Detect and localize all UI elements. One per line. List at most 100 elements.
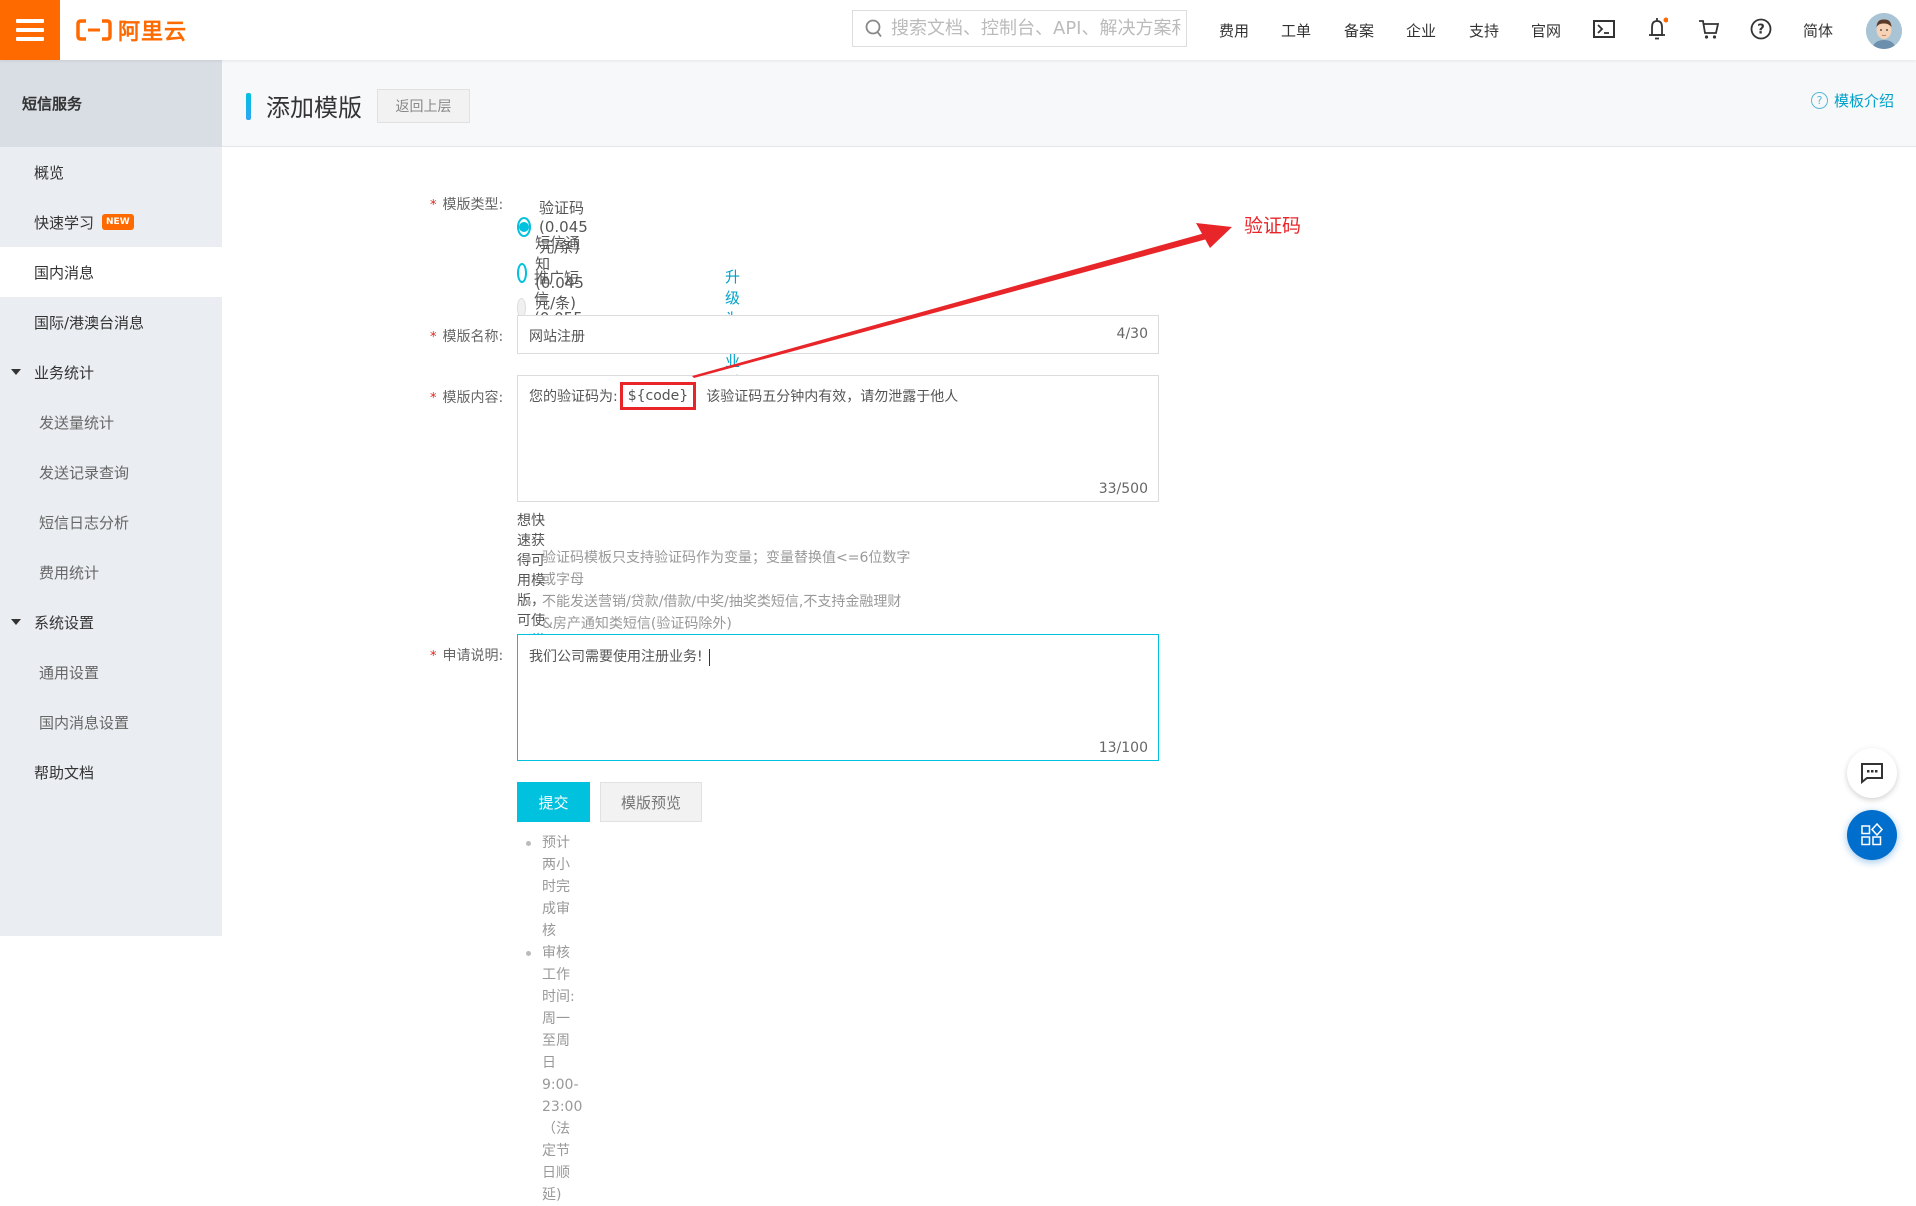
search-input[interactable]	[891, 18, 1181, 39]
required-asterisk: *	[430, 198, 437, 213]
content-suffix: 该验证码五分钟内有效，请勿泄露于他人	[706, 389, 959, 405]
cart-icon[interactable]	[1697, 17, 1721, 41]
content-prefix: 您的验证码为:	[529, 389, 618, 405]
sidebar-item-domestic-messages[interactable]: 国内消息	[0, 247, 222, 297]
review-note: 预计两小时完成审核	[526, 832, 582, 942]
title-accent-bar	[246, 93, 251, 120]
arrow-head	[1196, 223, 1232, 248]
top-navigation-bar: 阿里云 费用 工单 备案 企业 支持 官网 ? 简体	[0, 0, 1916, 60]
sidebar-item-help-docs[interactable]: 帮助文档	[0, 747, 222, 797]
help-circle-icon: ?	[1810, 92, 1828, 109]
application-reason-count: 13/100	[1098, 740, 1148, 756]
page-title: 添加模版	[266, 94, 362, 122]
reason-text: 我们公司需要使用注册业务!	[529, 649, 703, 665]
sidebar-item-label: 系统设置	[34, 613, 95, 632]
chat-float-button[interactable]	[1847, 748, 1897, 798]
language-switch[interactable]: 简体	[1803, 20, 1833, 41]
annotation-label: 验证码	[1244, 215, 1302, 237]
back-button[interactable]: 返回上层	[377, 89, 470, 123]
logo-text: 阿里云	[118, 20, 188, 45]
bell-icon[interactable]	[1645, 17, 1669, 41]
application-reason-textarea[interactable]: 我们公司需要使用注册业务! 13/100	[517, 634, 1159, 761]
template-content-value: 您的验证码为: ${code} 该验证码五分钟内有效，请勿泄露于他人	[529, 382, 958, 410]
user-avatar[interactable]	[1866, 13, 1902, 49]
template-name-label: * 模版名称:	[430, 326, 503, 346]
sidebar-item-general-settings[interactable]: 通用设置	[0, 647, 222, 697]
sidebar-item-label: 费用统计	[39, 563, 100, 582]
nav-link-filing[interactable]: 备案	[1344, 20, 1374, 41]
application-reason-label: * 申请说明:	[430, 645, 503, 665]
rule-item: 验证码模板只支持验证码作为变量；变量替换值<=6位数字或字母	[526, 547, 911, 591]
logo-bracket-icon	[76, 19, 112, 41]
label-text: 申请说明:	[442, 648, 504, 664]
svg-text:?: ?	[1757, 23, 1765, 38]
nav-link-fees[interactable]: 费用	[1219, 20, 1249, 41]
global-search[interactable]	[852, 10, 1187, 47]
apps-grid-icon	[1861, 823, 1884, 846]
required-asterisk: *	[430, 330, 437, 345]
rule-text: 不能发送营销/贷款/借款/中奖/抽奖类短信,不支持金融理财&房产通知类短信(验证…	[542, 594, 902, 632]
search-icon	[865, 19, 882, 37]
hamburger-icon-line	[16, 28, 44, 32]
sidebar-item-overview[interactable]: 概览	[0, 147, 222, 197]
sidebar-item-label: 概览	[34, 163, 65, 182]
menu-toggle-button[interactable]	[0, 0, 60, 60]
aliyun-logo[interactable]: 阿里云	[76, 15, 187, 45]
help-icon[interactable]: ?	[1749, 17, 1773, 41]
nav-link-official-site[interactable]: 官网	[1531, 20, 1561, 41]
sidebar-item-cost-stats[interactable]: 费用统计	[0, 547, 222, 597]
template-intro-link[interactable]: ? 模板介绍	[1810, 90, 1894, 111]
sidebar-group-business-stats[interactable]: 业务统计	[0, 347, 222, 397]
highlighted-code-variable: ${code}	[619, 382, 697, 410]
rule-item: 不能发送营销/贷款/借款/中奖/抽奖类短信,不支持金融理财&房产通知类短信(验证…	[526, 591, 911, 635]
nav-link-tickets[interactable]: 工单	[1281, 20, 1311, 41]
sidebar-item-send-records[interactable]: 发送记录查询	[0, 447, 222, 497]
sidebar-item-label: 发送记录查询	[39, 463, 130, 482]
sidebar-item-label: 国内消息设置	[39, 713, 130, 732]
required-asterisk: *	[430, 391, 437, 406]
label-text: 模版名称:	[442, 329, 504, 345]
template-intro-label: 模板介绍	[1833, 92, 1894, 110]
chat-icon	[1861, 763, 1883, 784]
sidebar-item-label: 国际/港澳台消息	[34, 313, 145, 332]
arrow-shaft	[692, 233, 1207, 378]
sidebar-item-label: 通用设置	[39, 663, 100, 682]
terminal-icon[interactable]	[1592, 17, 1616, 41]
hamburger-icon-line	[16, 37, 44, 41]
template-content-count: 33/500	[1098, 481, 1148, 497]
submit-button[interactable]: 提交	[517, 782, 590, 822]
page-header: 添加模版 返回上层 ? 模板介绍	[222, 60, 1916, 147]
sidebar-item-international-messages[interactable]: 国际/港澳台消息	[0, 297, 222, 347]
sidebar: 短信服务 概览 快速学习 NEW 国内消息 国际/港澳台消息 业务统计 发送量统计…	[0, 60, 222, 936]
template-preview-button[interactable]: 模版预览	[600, 782, 702, 822]
required-asterisk: *	[430, 649, 437, 664]
sidebar-item-quick-start[interactable]: 快速学习 NEW	[0, 197, 222, 247]
sidebar-item-send-volume[interactable]: 发送量统计	[0, 397, 222, 447]
note-text: 预计两小时完成审核	[542, 835, 570, 939]
application-reason-value: 我们公司需要使用注册业务!	[529, 646, 710, 666]
template-name-count: 4/30	[1116, 326, 1148, 342]
rule-text: 验证码模板只支持验证码作为变量；变量替换值<=6位数字或字母	[542, 550, 911, 588]
nav-link-enterprise[interactable]: 企业	[1406, 20, 1436, 41]
template-name-input[interactable]: 网站注册 4/30	[517, 315, 1159, 354]
sidebar-item-label: 国内消息	[34, 263, 95, 282]
sidebar-item-label: 业务统计	[34, 363, 95, 382]
caret-down-icon	[11, 369, 21, 375]
review-note: 审核工作时间: 周一至周日9:00-23:00（法定节日顺延)	[526, 942, 582, 1206]
template-name-value: 网站注册	[529, 329, 585, 345]
sidebar-item-label: 帮助文档	[34, 763, 95, 782]
new-badge: NEW	[102, 214, 134, 230]
apps-float-button[interactable]	[1847, 810, 1897, 860]
template-content-textarea[interactable]: 您的验证码为: ${code} 该验证码五分钟内有效，请勿泄露于他人 33/50…	[517, 375, 1159, 502]
sidebar-item-log-analysis[interactable]: 短信日志分析	[0, 497, 222, 547]
sidebar-item-domestic-settings[interactable]: 国内消息设置	[0, 697, 222, 747]
caret-down-icon	[11, 619, 21, 625]
notification-dot	[1663, 17, 1668, 23]
sidebar-item-label: 快速学习	[34, 213, 95, 232]
template-content-label: * 模版内容:	[430, 387, 503, 407]
hamburger-icon-line	[16, 19, 44, 23]
sidebar-item-label: 短信日志分析	[39, 513, 130, 532]
sidebar-group-system-settings[interactable]: 系统设置	[0, 597, 222, 647]
nav-link-support[interactable]: 支持	[1469, 20, 1499, 41]
sidebar-item-label: 发送量统计	[39, 413, 115, 432]
